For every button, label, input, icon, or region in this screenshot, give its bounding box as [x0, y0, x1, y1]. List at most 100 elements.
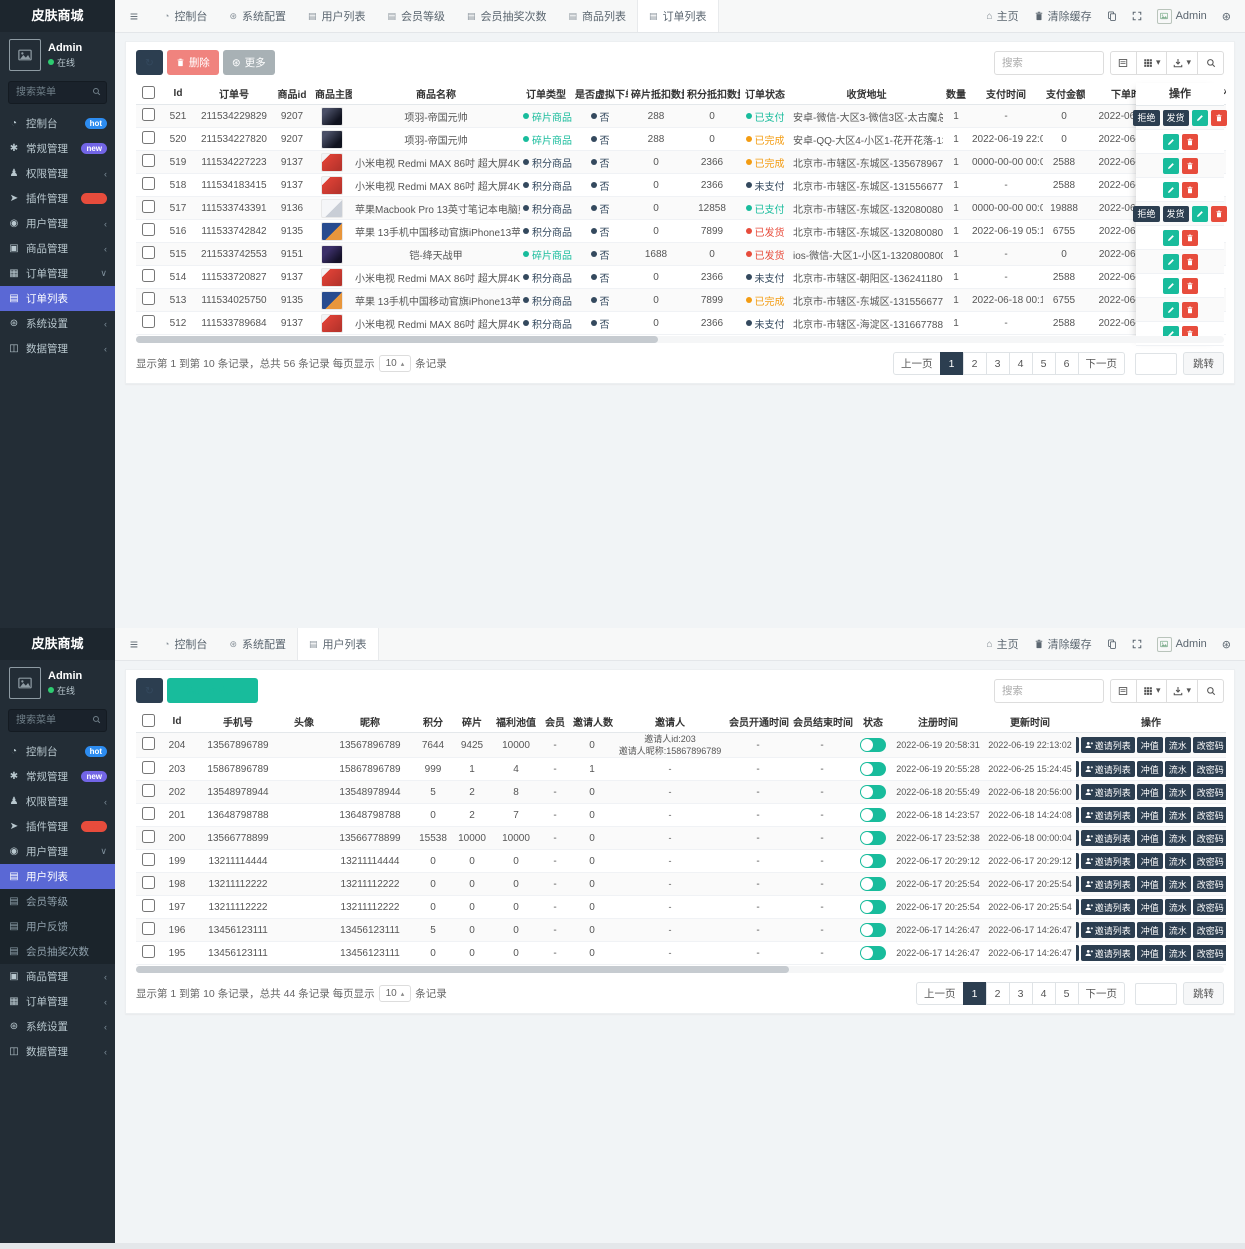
fullscreen-icon[interactable]	[1132, 639, 1142, 649]
ship-button[interactable]: 发货	[1163, 206, 1189, 222]
page-jump-button[interactable]: 跳转	[1183, 982, 1224, 1005]
invite-list-button[interactable]: 邀请列表	[1081, 830, 1135, 846]
page-button[interactable]: 4	[1032, 982, 1056, 1005]
delete-button[interactable]	[1182, 158, 1198, 174]
order-row[interactable]: 516 111533742842 9135 苹果 13手机中国移动官旗iPhon…	[136, 220, 1226, 243]
user-row[interactable]: 199 13211114444 13211114444 0 0 0 - 0	[136, 850, 1226, 873]
settings-icon[interactable]: ⊛	[1222, 638, 1231, 651]
invite-list-button[interactable]: 邀请列表	[1081, 853, 1135, 869]
change-password-button[interactable]: 改密码	[1193, 945, 1226, 961]
change-password-button[interactable]: 改密码	[1193, 807, 1226, 823]
nav-tab[interactable]: ◔ 控制台	[153, 0, 218, 32]
copy-icon[interactable]	[1107, 639, 1117, 649]
edit-button[interactable]: 编辑	[1076, 737, 1079, 753]
recharge-button[interactable]: 冲值	[1137, 784, 1163, 800]
copy-icon[interactable]	[1107, 11, 1117, 21]
sidebar-item[interactable]: ▦ 订单管理 ∨	[0, 261, 115, 286]
change-password-button[interactable]: 改密码	[1193, 922, 1226, 938]
status-toggle[interactable]	[860, 831, 886, 845]
refuse-button[interactable]: 拒绝	[1133, 206, 1159, 222]
page-jump-button[interactable]: 跳转	[1183, 352, 1224, 375]
home-link[interactable]: ⌂主页	[987, 8, 1019, 24]
recharge-button[interactable]: 冲值	[1137, 853, 1163, 869]
change-password-button[interactable]: 改密码	[1193, 830, 1226, 846]
status-toggle[interactable]	[860, 923, 886, 937]
detail-view-button[interactable]	[1110, 51, 1137, 75]
edit-button[interactable]: 编辑	[1076, 830, 1079, 846]
recharge-button[interactable]: 冲值	[1137, 945, 1163, 961]
row-checkbox[interactable]	[142, 830, 155, 843]
search-toggle-button[interactable]	[1197, 679, 1224, 703]
change-password-button[interactable]: 改密码	[1193, 784, 1226, 800]
order-row[interactable]: 512 111533789684 9137 小米电视 Redmi MAX 86吋…	[136, 312, 1226, 335]
sidebar-item[interactable]: ▦ 订单管理 ‹	[0, 989, 115, 1014]
sidebar-item[interactable]: ◔ 控制台 hot	[0, 111, 115, 136]
nav-tab[interactable]: ▤ 用户列表	[297, 628, 379, 660]
row-checkbox[interactable]	[142, 223, 155, 236]
page-jump-input[interactable]	[1135, 353, 1177, 375]
recharge-button[interactable]: 冲值	[1137, 761, 1163, 777]
user-row[interactable]: 201 13648798788 13648798788 0 2 7 - 0	[136, 804, 1226, 827]
sidebar-item[interactable]: ▣ 商品管理 ‹	[0, 964, 115, 989]
page-size-select[interactable]: 10▴	[379, 985, 412, 1002]
row-checkbox[interactable]	[142, 177, 155, 190]
row-checkbox[interactable]	[142, 945, 155, 958]
delete-button[interactable]	[1211, 110, 1227, 126]
nav-tab[interactable]: ⊛ 系统配置	[218, 0, 297, 32]
export-button[interactable]: ▾	[1166, 679, 1198, 703]
page-button[interactable]: 5	[1032, 352, 1056, 375]
export-button[interactable]: ▾	[1166, 51, 1198, 75]
edit-button[interactable]	[1192, 206, 1208, 222]
recharge-button[interactable]: 冲值	[1137, 922, 1163, 938]
select-all-checkbox[interactable]	[142, 86, 155, 99]
user-row[interactable]: 195 13456123111 13456123111 0 0 0 - 0	[136, 942, 1226, 965]
edit-button[interactable]: 编辑	[1076, 853, 1079, 869]
flow-button[interactable]: 流水	[1165, 807, 1191, 823]
row-checkbox[interactable]	[142, 131, 155, 144]
columns-button[interactable]: ▾	[1136, 679, 1168, 703]
home-link[interactable]: ⌂主页	[987, 636, 1019, 652]
flow-button[interactable]: 流水	[1165, 784, 1191, 800]
menu-toggle-icon[interactable]: ≡	[115, 0, 153, 32]
sidebar-item[interactable]: ⊛ 系统设置 ‹	[0, 1014, 115, 1039]
sidebar-item[interactable]: ▤ 用户反馈	[0, 914, 115, 939]
user-row[interactable]: 203 15867896789 15867896789 999 1 4 - 1	[136, 758, 1226, 781]
edit-button[interactable]	[1163, 158, 1179, 174]
recharge-button[interactable]: 冲值	[1137, 876, 1163, 892]
detail-view-button[interactable]	[1110, 679, 1137, 703]
user-row[interactable]: 202 13548978944 13548978944 5 2 8 - 0	[136, 781, 1226, 804]
nav-tab[interactable]: ▤ 订单列表	[637, 0, 719, 32]
next-page-button[interactable]: 下一页	[1078, 982, 1126, 1005]
change-password-button[interactable]: 改密码	[1193, 899, 1226, 915]
edit-button[interactable]: 编辑	[1076, 945, 1079, 961]
table-search-input[interactable]	[994, 679, 1104, 703]
add-virtual-user-button[interactable]: +添加虚拟用户	[167, 678, 258, 703]
page-button[interactable]: 1	[940, 352, 964, 375]
page-button[interactable]: 2	[986, 982, 1010, 1005]
sidebar-item[interactable]: ◉ 用户管理 ‹	[0, 211, 115, 236]
delete-button[interactable]	[1211, 206, 1227, 222]
user-row[interactable]: 200 13566778899 13566778899 15538 10000 …	[136, 827, 1226, 850]
scrollbar-thumb[interactable]	[136, 336, 658, 343]
sidebar-item[interactable]: ➤ 插件管理 new	[0, 814, 115, 839]
row-checkbox[interactable]	[142, 737, 155, 750]
invite-list-button[interactable]: 邀请列表	[1081, 807, 1135, 823]
row-checkbox[interactable]	[142, 246, 155, 259]
user-row[interactable]: 204 13567896789 13567896789 7644 9425 10…	[136, 733, 1226, 758]
clear-cache-link[interactable]: 清除缓存	[1034, 636, 1092, 652]
flow-button[interactable]: 流水	[1165, 830, 1191, 846]
row-checkbox[interactable]	[142, 292, 155, 305]
nav-tab[interactable]: ⊛ 系统配置	[218, 628, 297, 660]
nav-tab[interactable]: ▤ 用户列表	[297, 0, 377, 32]
sidebar-item[interactable]: ◫ 数据管理 ‹	[0, 1039, 115, 1064]
page-button[interactable]: 6	[1055, 352, 1079, 375]
row-checkbox[interactable]	[142, 784, 155, 797]
edit-button[interactable]	[1163, 182, 1179, 198]
edit-button[interactable]: 编辑	[1076, 876, 1079, 892]
row-checkbox[interactable]	[142, 315, 155, 328]
menu-toggle-icon[interactable]: ≡	[115, 628, 153, 660]
sidebar-item[interactable]: ♟ 权限管理 ‹	[0, 161, 115, 186]
row-checkbox[interactable]	[142, 899, 155, 912]
order-row[interactable]: 520 211534227820 9207 项羽-帝国元帅 碎片商品 否 288	[136, 128, 1226, 151]
edit-button[interactable]: 编辑	[1076, 922, 1079, 938]
